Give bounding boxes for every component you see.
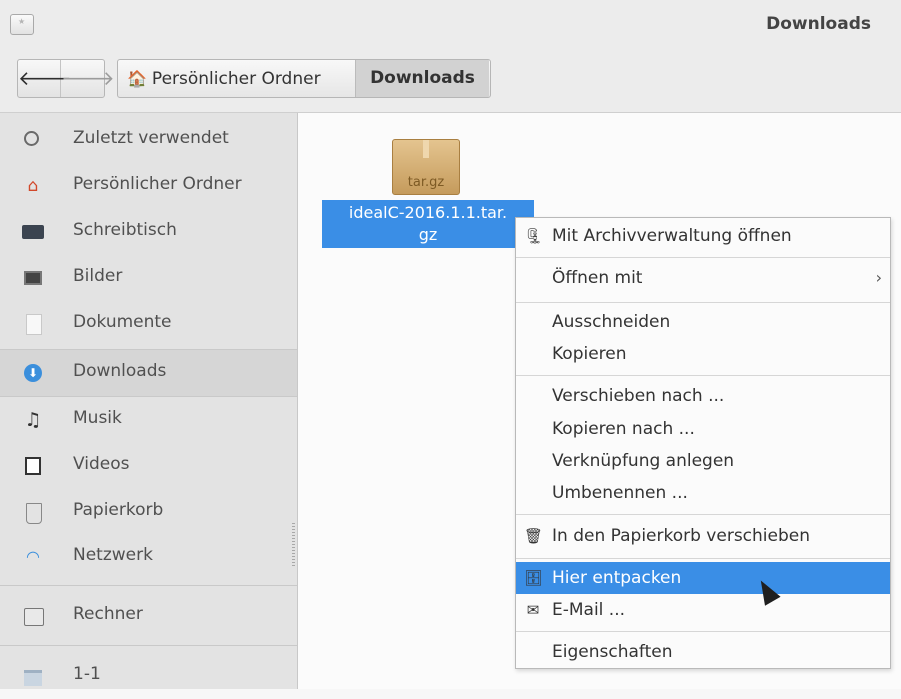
menu-item-label: Kopieren nach ...: [552, 419, 695, 439]
menu-item-label: In den Papierkorb verschieben: [552, 526, 811, 546]
menu-item-label: Kopieren: [552, 344, 627, 364]
title-bar: Downloads: [0, 0, 901, 50]
sidebar-item-label: Schreibtisch: [73, 220, 177, 240]
menu-item-open-with[interactable]: Öffnen mit ›: [516, 262, 890, 294]
menu-item-extract-here[interactable]: 🗄 Hier entpacken: [516, 562, 890, 594]
sidebar-item-folder-1-1[interactable]: 1-1: [0, 653, 297, 699]
computer-icon: [24, 608, 44, 626]
sidebar-item-computer[interactable]: Rechner: [0, 593, 297, 639]
menu-separator: [516, 558, 890, 559]
trash-icon: 🗑: [524, 527, 544, 545]
video-icon: [25, 457, 41, 475]
sidebar-resize-handle[interactable]: [292, 523, 295, 568]
sidebar-item-label: Rechner: [73, 604, 143, 624]
breadcrumb-downloads[interactable]: Downloads: [355, 60, 489, 97]
menu-separator: [516, 302, 890, 303]
menu-item-label: Eigenschaften: [552, 642, 673, 662]
music-icon: ♫: [24, 409, 42, 431]
sidebar-item-label: Bilder: [73, 266, 123, 286]
menu-item-label: E-Mail ...: [552, 600, 626, 620]
breadcrumb-home-label: Persönlicher Ordner: [151, 69, 321, 89]
menu-item-cut[interactable]: Ausschneiden: [516, 306, 890, 338]
desktop-icon: [22, 225, 44, 239]
menu-separator: [516, 514, 890, 515]
forward-button[interactable]: 🡒: [61, 60, 115, 97]
menu-item-label: Umbenennen ...: [552, 483, 688, 503]
sidebar: Zuletzt verwendet ⌂ Persönlicher Ordner …: [0, 113, 298, 689]
sidebar-item-label: Downloads: [73, 361, 167, 381]
archive-icon-label: tar.gz: [407, 175, 445, 190]
sidebar-item-label: Musik: [73, 408, 122, 428]
archive-manager-icon: 🗜: [524, 227, 544, 245]
file-name[interactable]: idealC-2016.1.1.tar. gz: [322, 200, 534, 248]
window-icon[interactable]: [10, 14, 34, 35]
sidebar-item-downloads[interactable]: ⬇ Downloads: [0, 350, 297, 396]
menu-item-copy[interactable]: Kopieren: [516, 338, 890, 370]
menu-separator: [516, 631, 890, 632]
archive-icon: tar.gz: [392, 139, 460, 195]
breadcrumb: 🏠 Persönlicher Ordner Downloads: [117, 59, 491, 98]
sidebar-divider: [0, 585, 297, 586]
sidebar-item-trash[interactable]: Papierkorb: [0, 489, 297, 535]
sidebar-item-videos[interactable]: Videos: [0, 443, 297, 489]
sidebar-item-label: Papierkorb: [73, 500, 164, 520]
sidebar-item-label: Videos: [73, 454, 130, 474]
menu-separator: [516, 257, 890, 258]
menu-item-label: Mit Archivverwaltung öffnen: [552, 226, 792, 246]
menu-item-label: Öffnen mit: [552, 268, 643, 288]
sidebar-item-home[interactable]: ⌂ Persönlicher Ordner: [0, 163, 297, 209]
sidebar-item-music[interactable]: ♫ Musik: [0, 397, 297, 443]
sidebar-item-desktop[interactable]: Schreibtisch: [0, 209, 297, 255]
sidebar-item-label: Dokumente: [73, 312, 172, 332]
menu-item-email[interactable]: ✉ E-Mail ...: [516, 594, 890, 626]
menu-item-label: Hier entpacken: [552, 568, 682, 588]
breadcrumb-home[interactable]: 🏠 Persönlicher Ordner: [127, 60, 321, 97]
menu-item-open-archive-manager[interactable]: 🗜 Mit Archivverwaltung öffnen: [516, 220, 890, 252]
pictures-icon: [24, 271, 42, 285]
menu-item-move-to-trash[interactable]: 🗑 In den Papierkorb verschieben: [516, 520, 890, 552]
email-icon: ✉: [526, 601, 540, 619]
file-name-line: gz: [418, 225, 438, 244]
sidebar-item-label: 1-1: [73, 664, 101, 684]
sidebar-item-label: Persönlicher Ordner: [73, 174, 242, 194]
menu-item-label: Verknüpfung anlegen: [552, 451, 735, 471]
file-name-line: idealC-2016.1.1.tar.: [348, 203, 508, 222]
sidebar-item-documents[interactable]: Dokumente: [0, 301, 297, 347]
home-icon: 🏠: [127, 69, 147, 88]
trash-icon: [26, 503, 42, 524]
sidebar-item-pictures[interactable]: Bilder: [0, 255, 297, 301]
download-icon: ⬇: [24, 364, 42, 382]
menu-item-rename[interactable]: Umbenennen ...: [516, 477, 890, 509]
menu-item-label: Ausschneiden: [552, 312, 671, 332]
menu-item-move-to[interactable]: Verschieben nach ...: [516, 380, 890, 412]
menu-item-label: Verschieben nach ...: [552, 386, 725, 406]
menu-separator: [516, 375, 890, 376]
extract-icon: 🗄: [524, 569, 544, 587]
document-icon: [26, 314, 42, 335]
chevron-right-icon: ›: [875, 268, 882, 287]
menu-item-create-link[interactable]: Verknüpfung anlegen: [516, 445, 890, 477]
folder-icon: [24, 670, 42, 686]
home-icon: ⌂: [27, 176, 39, 196]
menu-item-copy-to[interactable]: Kopieren nach ...: [516, 413, 890, 445]
clock-icon: [24, 131, 39, 146]
sidebar-item-label: Netzwerk: [73, 545, 153, 565]
toolbar: 🡐 🡒 🏠 Persönlicher Ordner Downloads: [0, 50, 901, 113]
window-title: Downloads: [766, 14, 871, 34]
network-icon: ◠: [26, 547, 40, 566]
back-button[interactable]: 🡐: [18, 60, 72, 97]
sidebar-item-label: Zuletzt verwendet: [73, 128, 229, 148]
sidebar-divider: [0, 645, 297, 646]
sidebar-item-recent[interactable]: Zuletzt verwendet: [0, 117, 297, 163]
context-menu: 🗜 Mit Archivverwaltung öffnen Öffnen mit…: [515, 217, 891, 669]
navigation-buttons: 🡐 🡒: [17, 59, 115, 98]
menu-item-properties[interactable]: Eigenschaften: [516, 636, 890, 668]
arrow-right-icon: 🡒: [61, 66, 115, 90]
sidebar-item-network[interactable]: ◠ Netzwerk: [0, 534, 297, 580]
